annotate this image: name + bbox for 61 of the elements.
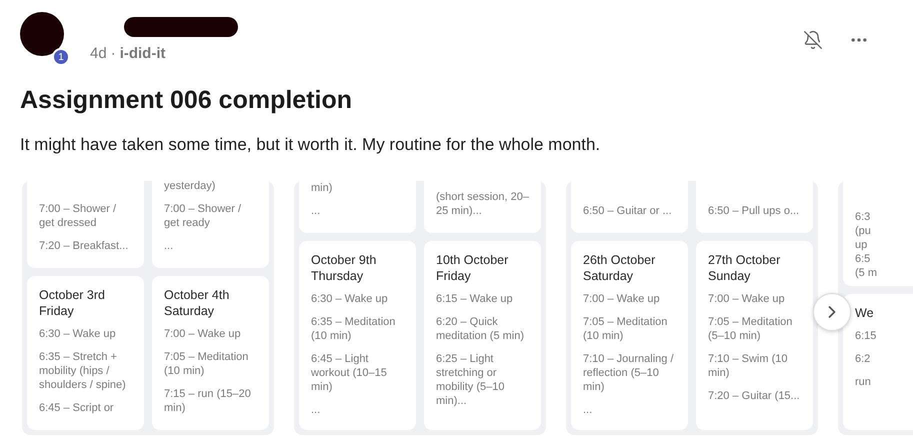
- routine-entry: 6:3: [855, 210, 872, 224]
- separator-dot: ·: [110, 45, 116, 62]
- routine-entry: 6:2: [855, 352, 872, 366]
- routine-entry: 7:10 – Swim (10 min): [708, 352, 788, 380]
- routine-entry: 6:15 – Wake up: [436, 292, 514, 306]
- card-weekday: We: [855, 305, 875, 321]
- routine-entry: min): [311, 181, 334, 195]
- post-age: 4d: [90, 45, 107, 62]
- routine-entry: (pu: [855, 224, 872, 238]
- card-weekday: Friday: [436, 268, 472, 284]
- routine-entry: 7:05 – Meditation (5–10 min): [708, 315, 794, 343]
- routine-entry: 7:15 – run (15–20 min): [164, 387, 252, 415]
- routine-entry: 7:00 – Wake up: [164, 327, 242, 341]
- card-weekday: Saturday: [583, 268, 634, 284]
- routine-entry: 7:20 – Breakfast...: [39, 239, 130, 253]
- routine-entry: run: [855, 375, 872, 389]
- card-weekday: Saturday: [164, 303, 216, 319]
- routine-entry: 7:20 – Guitar (15...: [708, 389, 801, 403]
- routine-entry: 6:25 – Light stretching or mobility (5–10 min)...: [436, 352, 506, 408]
- routine-entry: (short session, 20–25 min)...: [436, 190, 529, 218]
- card-date: October 4th: [164, 287, 230, 303]
- routine-entry: yesterday): [164, 181, 216, 193]
- card-date: 27th October: [708, 252, 782, 268]
- routine-entry: ...: [311, 403, 322, 417]
- card-date: 10th October: [436, 252, 510, 268]
- routine-entry: 6:30 – Wake up: [39, 327, 117, 341]
- routine-entry: 7:00 – Wake up: [708, 292, 786, 306]
- routine-entry: 6:5: [855, 252, 872, 266]
- gallery-image[interactable]: 6:3 (pu up 6:5 (5 m We 6:15 6:2 run: [838, 181, 913, 435]
- community-link[interactable]: i-did-it: [120, 45, 166, 62]
- routine-entry: 7:00 – Shower / get dressed: [39, 202, 118, 230]
- routine-entry: ...: [583, 403, 594, 417]
- notifications-off-icon[interactable]: [803, 30, 823, 50]
- routine-entry: 6:50 – Pull ups o...: [708, 204, 800, 218]
- post-title: Assignment 006 completion: [20, 86, 354, 115]
- routine-entry: 6:35 – Meditation (10 min): [311, 315, 396, 343]
- card-weekday: Sunday: [708, 268, 752, 284]
- card-date: October 3rd: [39, 287, 106, 303]
- routine-entry: 7:10 – Journaling / reflection (5–10 min): [583, 352, 675, 394]
- routine-entry: (5 m: [855, 266, 878, 280]
- level-badge: 1: [52, 48, 70, 66]
- routine-entry: 6:45 – Light workout (10–15 min): [311, 352, 388, 394]
- routine-entry: 7:00 – Wake up: [583, 292, 661, 306]
- routine-entry: 7:05 – Meditation (10 min): [164, 350, 250, 378]
- routine-entry: ...: [311, 204, 322, 218]
- routine-entry: ...: [164, 239, 174, 253]
- routine-entry: up: [855, 238, 868, 252]
- routine-entry: 6:50 – Guitar or ...: [583, 204, 673, 218]
- routine-entry: 7:05 – Meditation (10 min): [583, 315, 668, 343]
- card-weekday: Friday: [39, 303, 75, 319]
- card-weekday: Thursday: [311, 268, 364, 284]
- routine-entry: 7:00 – Shower / get ready: [164, 202, 242, 230]
- routine-entry: 6:45 – Script or: [39, 401, 115, 415]
- card-date: October 9th: [311, 252, 378, 268]
- routine-entry: 6:20 – Quick meditation (5 min): [436, 315, 526, 343]
- routine-entry: 6:35 – Stretch + mobility (hips / shoulders / spine): [39, 350, 127, 392]
- routine-entry: 6:15: [855, 329, 878, 343]
- gallery-image[interactable]: [566, 181, 818, 435]
- post-body: It might have taken some time, but it worth it. My routine for the whole month.: [20, 135, 602, 155]
- card-date: 26th October: [583, 252, 656, 268]
- routine-entry: 6:30 – Wake up: [311, 292, 389, 306]
